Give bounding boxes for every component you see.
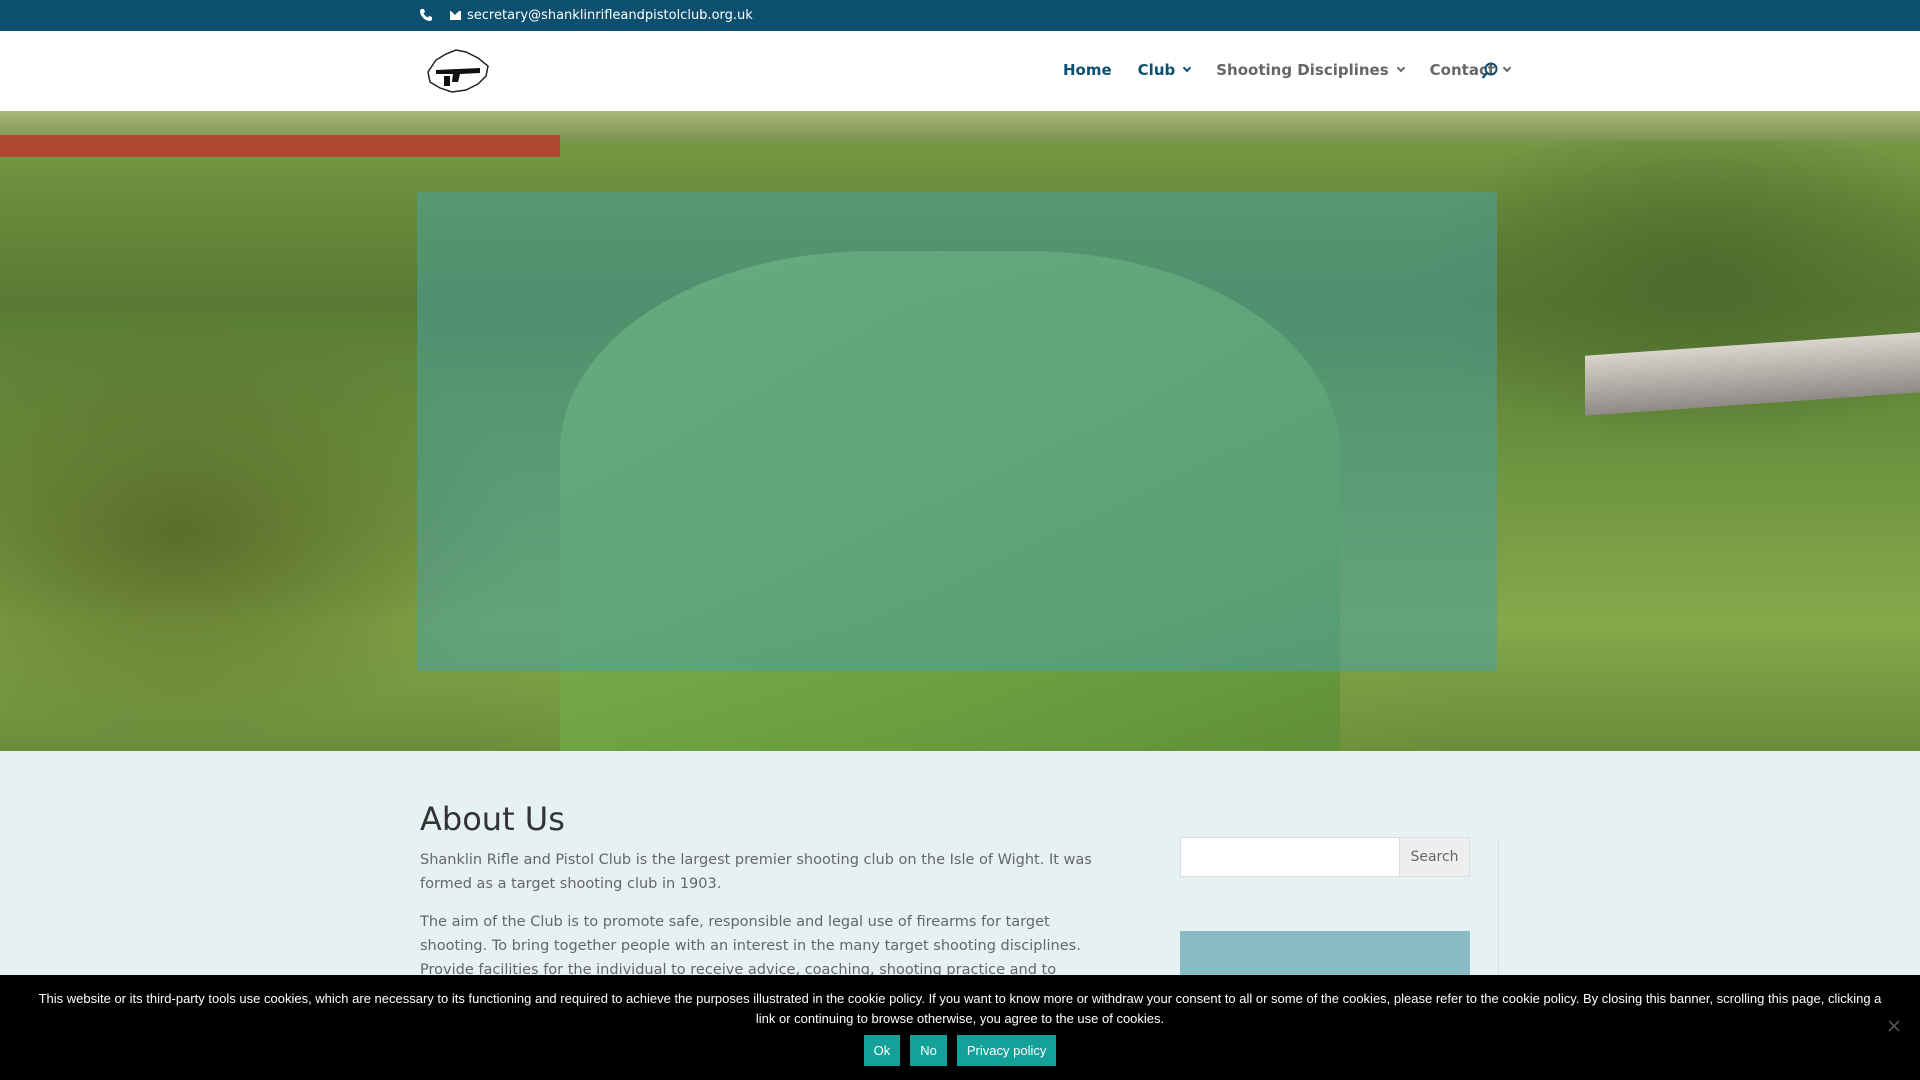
search-button[interactable]: Search (1400, 837, 1470, 877)
nav-item-label: Home (1063, 61, 1112, 79)
nav-item-home[interactable]: Home (1063, 61, 1112, 79)
chevron-down-icon (1396, 63, 1405, 73)
nav-item-label: Club (1137, 61, 1176, 79)
nav-item-club[interactable]: Club (1137, 61, 1192, 79)
phone-icon[interactable] (419, 8, 433, 22)
top-bar: secretary@shanklinrifleandpistolclub.org… (0, 0, 1920, 31)
privacy-policy-button[interactable]: Privacy policy (956, 1035, 1057, 1066)
cookie-banner: This website or its third-party tools us… (0, 975, 1920, 1080)
hero-background-containers (0, 135, 560, 157)
close-icon[interactable] (1886, 1018, 1902, 1034)
nav-item-shooting-disciplines[interactable]: Shooting Disciplines (1216, 61, 1405, 79)
email-link[interactable]: secretary@shanklinrifleandpistolclub.org… (450, 8, 753, 23)
intro-paragraph: Shanklin Rifle and Pistol Club is the la… (420, 852, 1092, 892)
cookie-accept-button[interactable]: Ok (863, 1035, 901, 1066)
envelope-icon (450, 11, 461, 20)
sidebar-search: Search (1180, 837, 1470, 877)
nav-item-label: Shooting Disciplines (1216, 61, 1389, 79)
email-address[interactable]: secretary@shanklinrifleandpistolclub.org… (467, 8, 753, 23)
hero-overlay-box (417, 192, 1497, 671)
search-icon[interactable] (1481, 62, 1499, 80)
hero-background-shed (1585, 332, 1920, 416)
main-navigation: Home Club Shooting Disciplines Contact (1063, 61, 1536, 79)
page-title: About Us (420, 800, 565, 838)
club-logo[interactable] (422, 46, 494, 96)
chevron-down-icon (1183, 63, 1192, 73)
cookie-actions: Ok No Privacy policy (0, 1035, 1920, 1066)
chevron-down-icon (1502, 63, 1512, 73)
site-header: Home Club Shooting Disciplines Contact (0, 31, 1920, 111)
search-input[interactable] (1180, 837, 1400, 877)
cookie-notice-text: This website or its third-party tools us… (38, 991, 1882, 1026)
cookie-decline-button[interactable]: No (910, 1035, 947, 1066)
